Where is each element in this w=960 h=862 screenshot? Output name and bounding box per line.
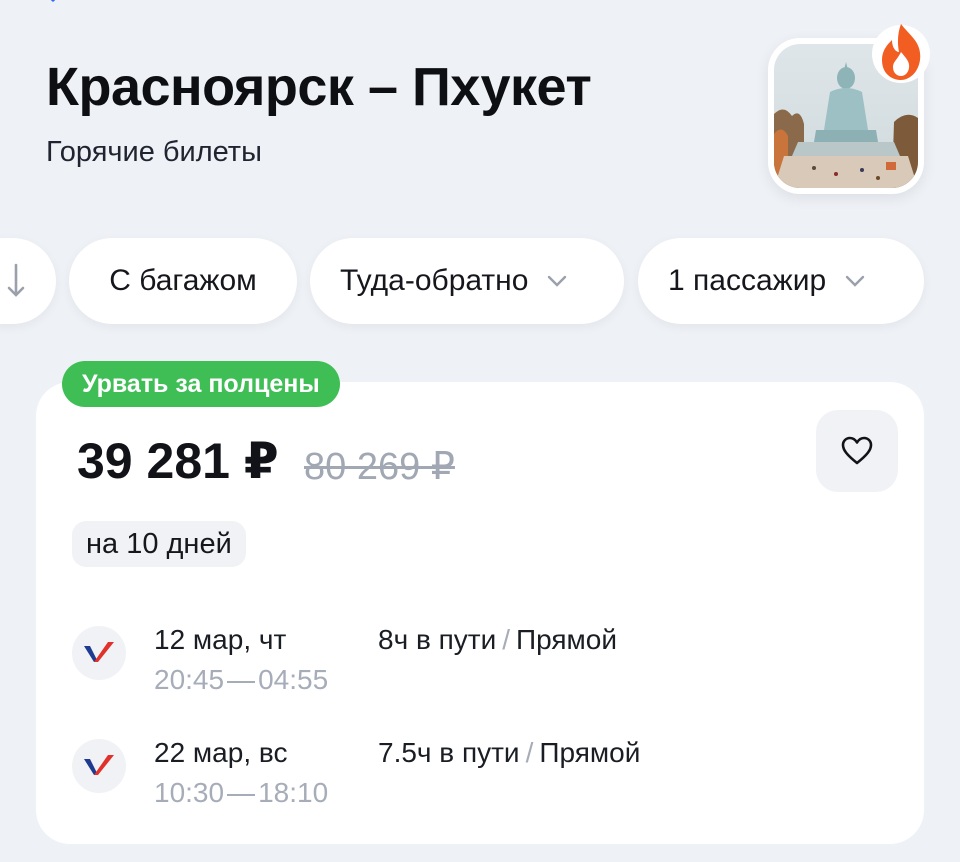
price: 39 281 ₽ xyxy=(77,433,279,489)
flight-leg: 22 мар, вс 10:30 18:10 7.5ч в пути / Прямой xyxy=(72,737,892,817)
baggage-chip[interactable]: С багажом xyxy=(69,238,297,324)
stops: Прямой xyxy=(516,624,618,655)
separator: / xyxy=(502,624,511,655)
depart-time: 20:45 xyxy=(154,664,225,695)
chevron-down-icon xyxy=(548,275,567,287)
old-price: 80 269 ₽ xyxy=(304,446,455,488)
leg-times: 20:45 04:55 xyxy=(154,664,328,696)
passengers-chip-label: 1 пассажир xyxy=(668,264,827,297)
page-subtitle: Горячие билеты xyxy=(46,136,262,168)
back-arrow-icon[interactable] xyxy=(40,0,66,6)
airline-logo-icon xyxy=(72,626,126,680)
filter-chips: С багажом Туда-обратно 1 пассажир xyxy=(0,238,960,326)
trip-type-chip[interactable]: Туда-обратно xyxy=(310,238,624,324)
separator: / xyxy=(525,737,534,768)
flight-leg: 12 мар, чт 20:45 04:55 8ч в пути / Прямой xyxy=(72,624,892,704)
travel-time: 7.5ч в пути xyxy=(378,737,520,768)
arrive-time: 04:55 xyxy=(258,664,329,695)
baggage-chip-label: С багажом xyxy=(109,264,257,297)
fire-icon xyxy=(872,24,930,83)
travel-time: 8ч в пути xyxy=(378,624,497,655)
page-title: Красноярск – Пхукет xyxy=(46,57,592,117)
promo-badge: Урвать за полцены xyxy=(62,361,340,407)
heart-icon xyxy=(841,436,873,465)
arrive-time: 18:10 xyxy=(258,777,329,808)
trip-duration-badge: на 10 дней xyxy=(72,521,246,567)
chevron-down-icon xyxy=(845,275,865,287)
trip-type-chip-label: Туда-обратно xyxy=(340,264,529,297)
leg-date: 22 мар, вс xyxy=(154,737,288,768)
leg-date: 12 мар, чт xyxy=(154,624,287,655)
sort-chip[interactable] xyxy=(0,238,56,324)
time-dash xyxy=(227,680,256,683)
leg-times: 10:30 18:10 xyxy=(154,777,328,809)
favorite-button[interactable] xyxy=(816,410,898,492)
arrow-down-icon xyxy=(7,263,25,297)
airline-logo-icon xyxy=(72,739,126,793)
time-dash xyxy=(227,793,256,796)
depart-time: 10:30 xyxy=(154,777,225,808)
leg-info: 7.5ч в пути / Прямой xyxy=(378,737,640,769)
passengers-chip[interactable]: 1 пассажир xyxy=(638,238,924,324)
stops: Прямой xyxy=(539,737,641,768)
leg-info: 8ч в пути / Прямой xyxy=(378,624,617,656)
